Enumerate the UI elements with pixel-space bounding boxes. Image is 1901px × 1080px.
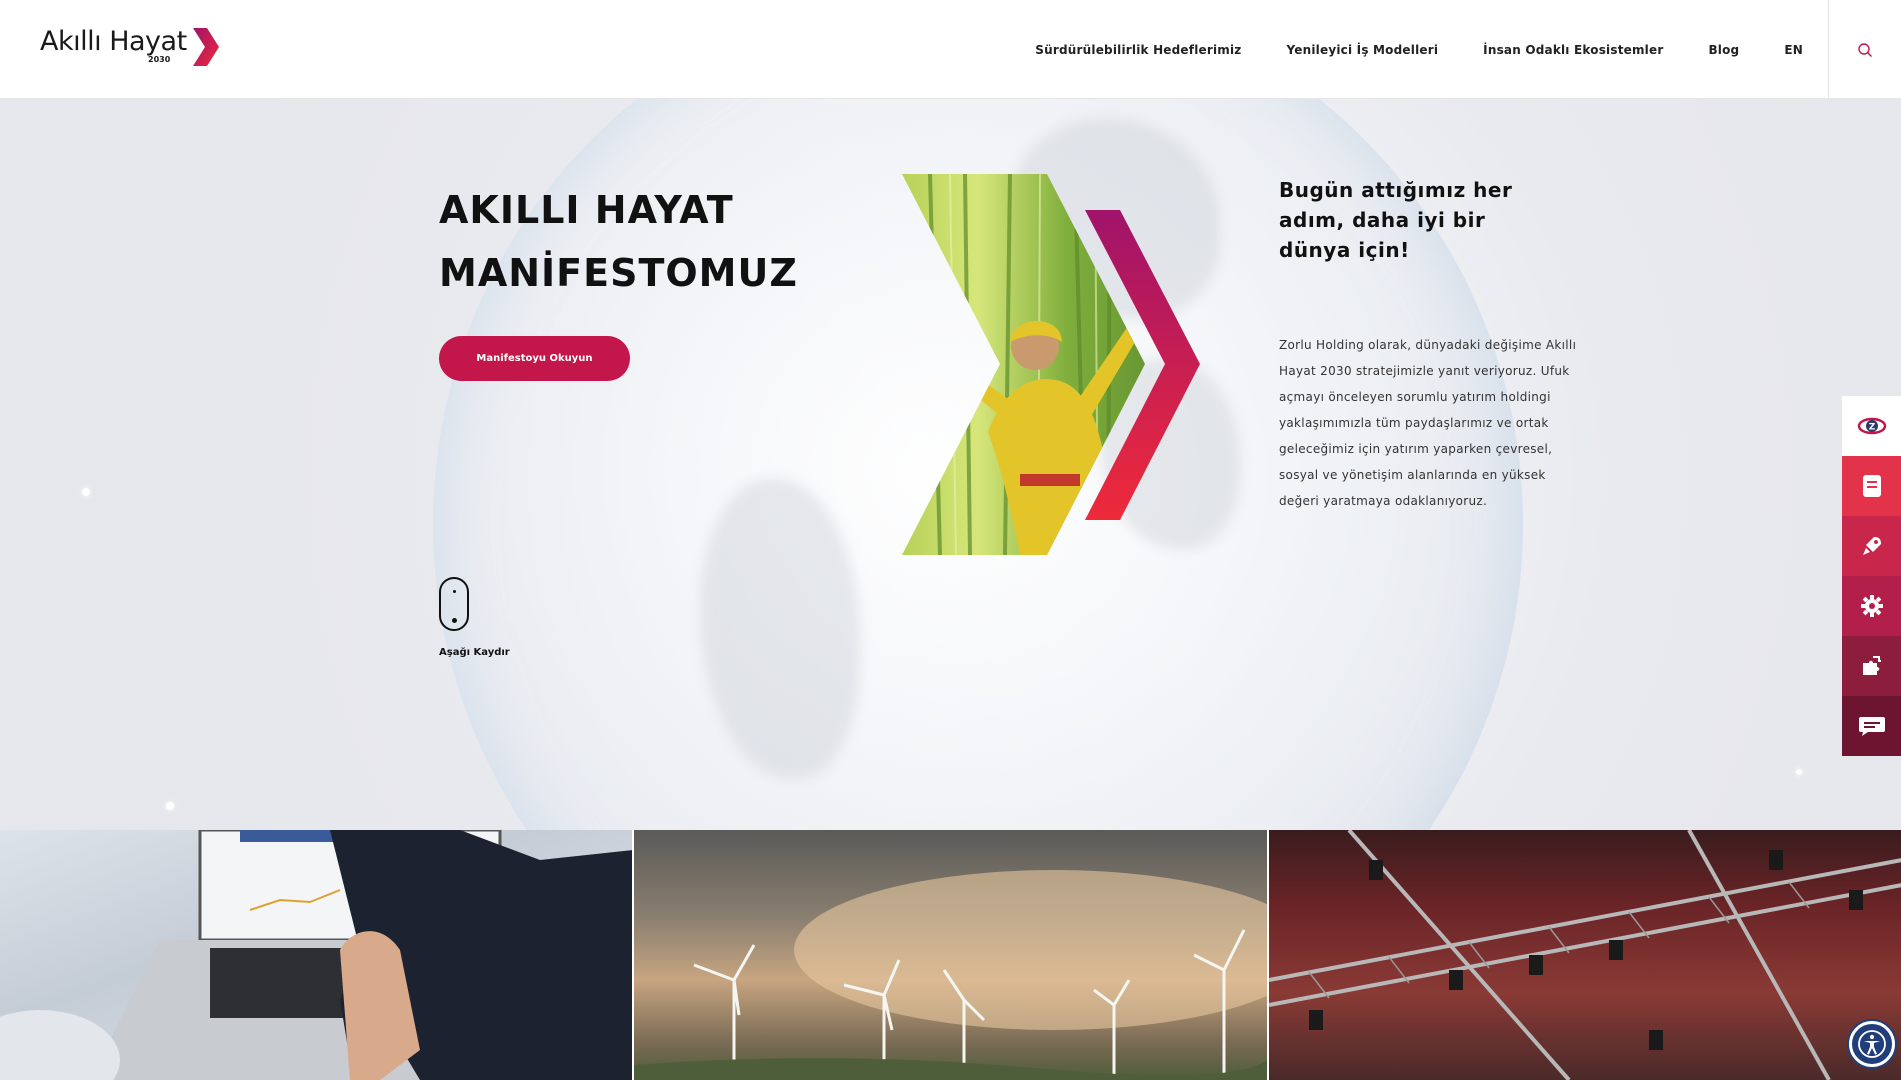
- hero-title-line1: AKILLI HAYAT: [439, 188, 734, 232]
- star-dot: [1796, 769, 1802, 775]
- read-manifesto-button[interactable]: Manifestoyu Okuyun: [439, 336, 630, 381]
- nav-sustainability-goals[interactable]: Sürdürülebilirlik Hedeflerimiz: [1035, 43, 1241, 57]
- side-link-settings[interactable]: [1842, 576, 1901, 636]
- document-icon: [1862, 475, 1881, 497]
- site-header: Akıllı Hayat 2030 Sürdürülebilirlik Hede…: [0, 0, 1901, 99]
- stage-lighting-truss-image: [1268, 830, 1901, 1080]
- featured-tiles: [0, 830, 1901, 1080]
- zorlu-logo-icon: Z: [1857, 417, 1886, 435]
- tile-laptop-hand-image[interactable]: [0, 830, 633, 1080]
- accessibility-icon: [1858, 1030, 1886, 1058]
- scroll-down-label: Aşağı Kaydır: [439, 647, 510, 658]
- search-icon: [1858, 42, 1872, 57]
- chat-icon: [1858, 717, 1885, 736]
- logo-year: 2030: [148, 55, 171, 64]
- gear-icon: [1860, 595, 1883, 617]
- tile-stage-lighting-image[interactable]: [1268, 830, 1901, 1080]
- zorlu-holding-link[interactable]: Z: [1842, 396, 1901, 456]
- side-link-contact[interactable]: [1842, 696, 1901, 756]
- wind-turbines-image: [634, 870, 1267, 1080]
- main-navigation: Sürdürülebilirlik Hedeflerimiz Yenileyic…: [990, 0, 1803, 99]
- star-dot: [82, 488, 90, 496]
- side-quick-links: Z: [1842, 396, 1901, 756]
- scroll-down-mouse-icon[interactable]: [439, 577, 469, 631]
- hero-title-line2: MANİFESTOMUZ: [439, 251, 798, 295]
- side-link-ecosystem[interactable]: [1842, 636, 1901, 696]
- logo-text: Akıllı Hayat: [40, 26, 187, 57]
- accessibility-button[interactable]: [1849, 1021, 1895, 1067]
- puzzle-icon: [1862, 656, 1881, 675]
- hero-body-text: Zorlu Holding olarak, dünyadaki değişime…: [1279, 338, 1577, 508]
- nav-human-centric-ecosystems[interactable]: İnsan Odaklı Ekosistemler: [1483, 43, 1663, 57]
- hero-section: AKILLI HAYAT MANİFESTOMUZ Manifestoyu Ok…: [0, 99, 1901, 830]
- language-switch-en[interactable]: EN: [1784, 43, 1803, 57]
- hero-tagline: Bugün attığımız her adım, daha iyi bir d…: [1279, 178, 1513, 262]
- search-button[interactable]: [1828, 0, 1901, 99]
- side-link-innovation[interactable]: [1842, 516, 1901, 576]
- side-link-reports[interactable]: [1842, 456, 1901, 516]
- hero-title: AKILLI HAYAT MANİFESTOMUZ: [439, 179, 798, 305]
- tile-wind-turbines-image[interactable]: [634, 830, 1267, 1080]
- nav-regenerative-business-models[interactable]: Yenileyici İş Modelleri: [1286, 43, 1438, 57]
- akilli-hayat-logo[interactable]: Akıllı Hayat 2030: [40, 26, 221, 67]
- rocket-icon: [1862, 537, 1881, 555]
- star-dot: [166, 802, 174, 810]
- logo-chevron-icon: [192, 28, 219, 66]
- hero-manifesto-image: [902, 174, 1200, 555]
- nav-blog[interactable]: Blog: [1708, 43, 1739, 57]
- laptop-hand-image: [0, 830, 633, 1080]
- svg-text:Z: Z: [1868, 423, 1875, 433]
